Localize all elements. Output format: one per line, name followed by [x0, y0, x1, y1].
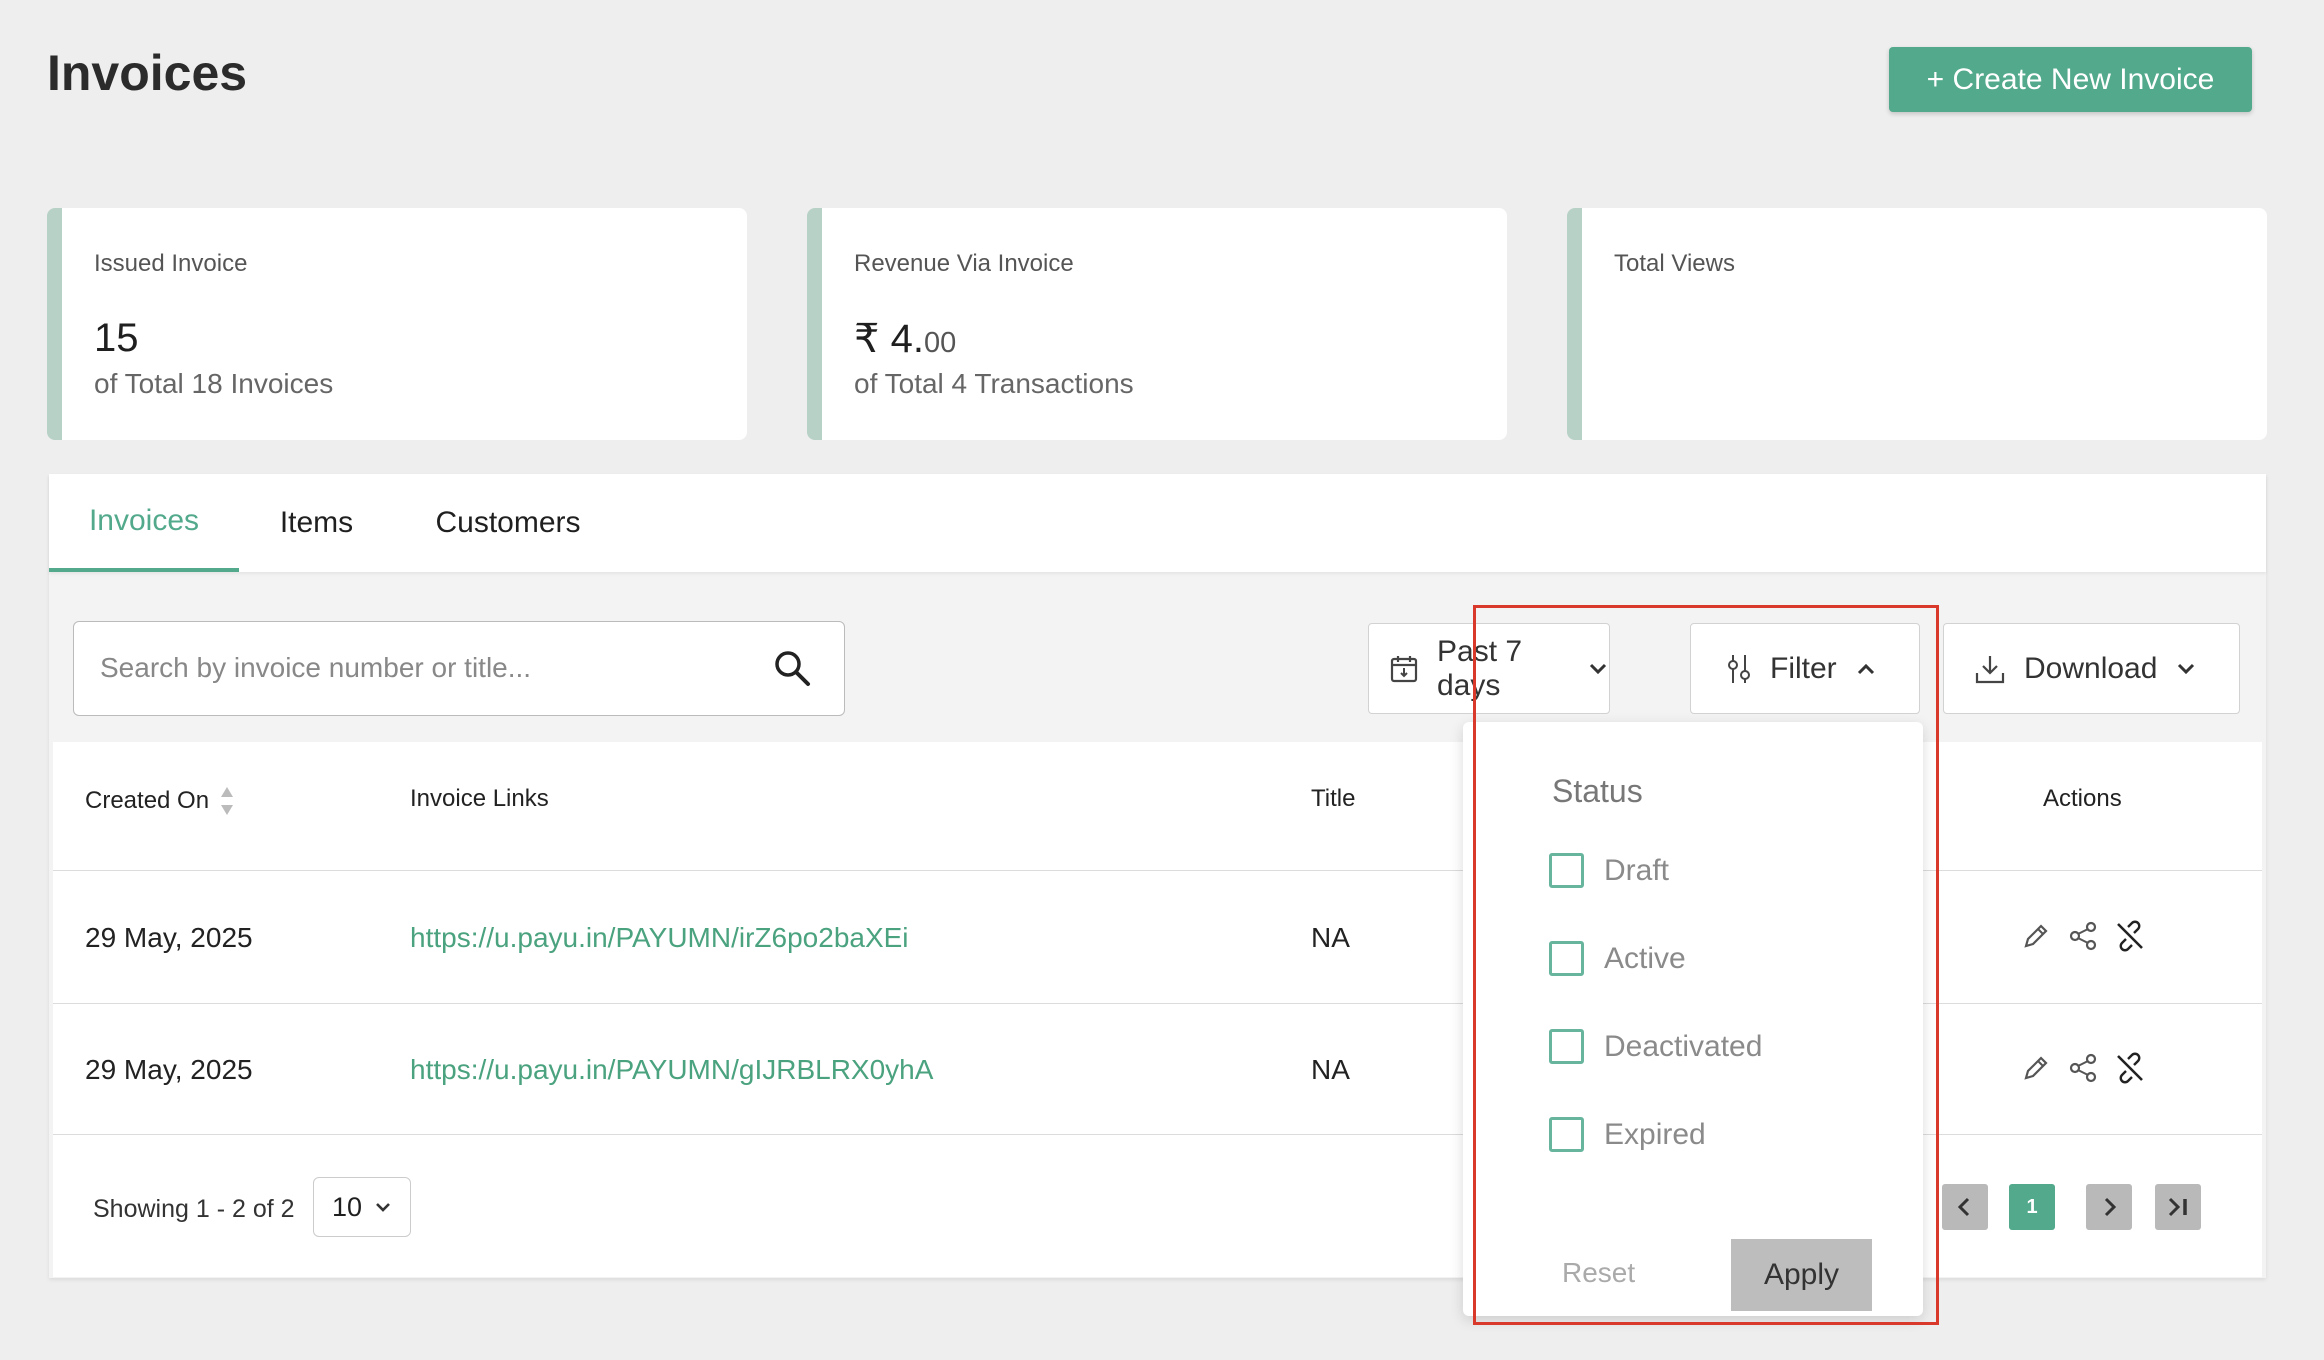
create-invoice-button[interactable]: + Create New Invoice [1889, 47, 2252, 112]
card-subtext: of Total 4 Transactions [854, 368, 1134, 399]
tab-customers[interactable]: Customers [418, 474, 598, 572]
chevron-left-icon [1957, 1197, 1970, 1217]
status-heading: Status [1552, 773, 1643, 809]
share-icon[interactable] [2067, 1052, 2099, 1084]
chevron-down-icon [2178, 663, 2195, 674]
status-option-active[interactable]: Active [1549, 941, 1686, 976]
row-divider [53, 1134, 2262, 1135]
active-label: Active [1604, 941, 1686, 975]
per-page-select[interactable]: 10 [313, 1177, 411, 1237]
draft-label: Draft [1604, 853, 1670, 887]
rupee-symbol: ₹ [854, 317, 880, 361]
unlink-icon[interactable] [2114, 1052, 2146, 1084]
value-decimal: 00 [923, 327, 957, 359]
chevron-down-icon [376, 1203, 390, 1212]
issued-invoice-card: Issued Invoice 15 of Total 18 Invoices [47, 208, 747, 440]
date-range-label: Past 7 days [1437, 634, 1523, 702]
header-created-on-label: Created On [85, 787, 210, 814]
download-icon [1975, 655, 2005, 683]
status-option-expired[interactable]: Expired [1549, 1117, 1706, 1152]
date-range-button[interactable]: Past 7 days [1368, 623, 1610, 714]
revenue-card: Revenue Via Invoice ₹ 4.00 of Total 4 Tr… [807, 208, 1507, 440]
card-value: 15 [94, 316, 139, 360]
filter-sliders-icon [1728, 654, 1750, 683]
download-label: Download [2024, 651, 2158, 685]
showing-count: Showing 1 - 2 of 2 [93, 1195, 295, 1223]
deactivated-label: Deactivated [1604, 1029, 1763, 1063]
chevron-up-icon [1857, 663, 1874, 674]
row-title: NA [1311, 1054, 1350, 1085]
active-checkbox[interactable] [1549, 941, 1584, 976]
card-label: Total Views [1614, 250, 1735, 277]
row-created-on: 29 May, 2025 [85, 1054, 253, 1085]
tab-items[interactable]: Items [259, 474, 374, 572]
chevron-right-icon [2104, 1197, 2117, 1217]
tabs-bar [49, 474, 2266, 572]
last-page-icon [2168, 1197, 2187, 1217]
search-input[interactable] [100, 622, 760, 714]
calendar-icon [1390, 655, 1418, 682]
download-button[interactable]: Download [1943, 623, 2240, 714]
header-title: Title [1311, 785, 1356, 812]
reset-button[interactable]: Reset [1562, 1257, 1635, 1289]
search-icon[interactable] [772, 648, 812, 688]
expired-checkbox[interactable] [1549, 1117, 1584, 1152]
page-title: Invoices [47, 45, 248, 101]
expired-label: Expired [1604, 1117, 1706, 1151]
card-value: ₹ 4.00 [854, 316, 956, 362]
edit-pencil-icon[interactable] [2020, 1052, 2052, 1084]
edit-pencil-icon[interactable] [2020, 920, 2052, 952]
card-label: Issued Invoice [94, 250, 248, 277]
status-option-deactivated[interactable]: Deactivated [1549, 1029, 1762, 1064]
card-label: Revenue Via Invoice [854, 250, 1074, 277]
draft-checkbox[interactable] [1549, 853, 1584, 888]
filter-dropdown [1463, 722, 1923, 1316]
row-divider [53, 870, 2262, 871]
next-page-button[interactable] [2086, 1184, 2132, 1230]
total-views-card: Total Views [1567, 208, 2267, 440]
chevron-down-icon [1589, 663, 1607, 674]
filter-label: Filter [1770, 651, 1837, 685]
tab-invoices[interactable]: Invoices [49, 474, 239, 572]
filter-button[interactable]: Filter [1690, 623, 1920, 714]
row-invoice-link[interactable]: https://u.payu.in/PAYUMN/irZ6po2baXEi [410, 922, 909, 954]
header-actions: Actions [2043, 785, 2122, 812]
search-box [73, 621, 845, 716]
apply-button[interactable]: Apply [1731, 1239, 1872, 1311]
row-created-on: 29 May, 2025 [85, 922, 253, 953]
card-subtext: of Total 18 Invoices [94, 368, 334, 399]
sort-icon[interactable] [219, 785, 235, 817]
unlink-icon[interactable] [2114, 920, 2146, 952]
header-created-on[interactable]: Created On [85, 785, 235, 817]
row-title: NA [1311, 922, 1350, 953]
status-option-draft[interactable]: Draft [1549, 853, 1669, 888]
row-invoice-link[interactable]: https://u.payu.in/PAYUMN/gIJRBLRX0yhA [410, 1054, 933, 1086]
deactivated-checkbox[interactable] [1549, 1029, 1584, 1064]
per-page-value: 10 [331, 1191, 363, 1222]
share-icon[interactable] [2067, 920, 2099, 952]
row-divider [53, 1003, 2262, 1004]
header-invoice-links: Invoice Links [410, 785, 549, 812]
page-1-button[interactable]: 1 [2009, 1184, 2055, 1230]
last-page-button[interactable] [2155, 1184, 2201, 1230]
value-integer: 4. [890, 317, 924, 361]
prev-page-button[interactable] [1942, 1184, 1988, 1230]
